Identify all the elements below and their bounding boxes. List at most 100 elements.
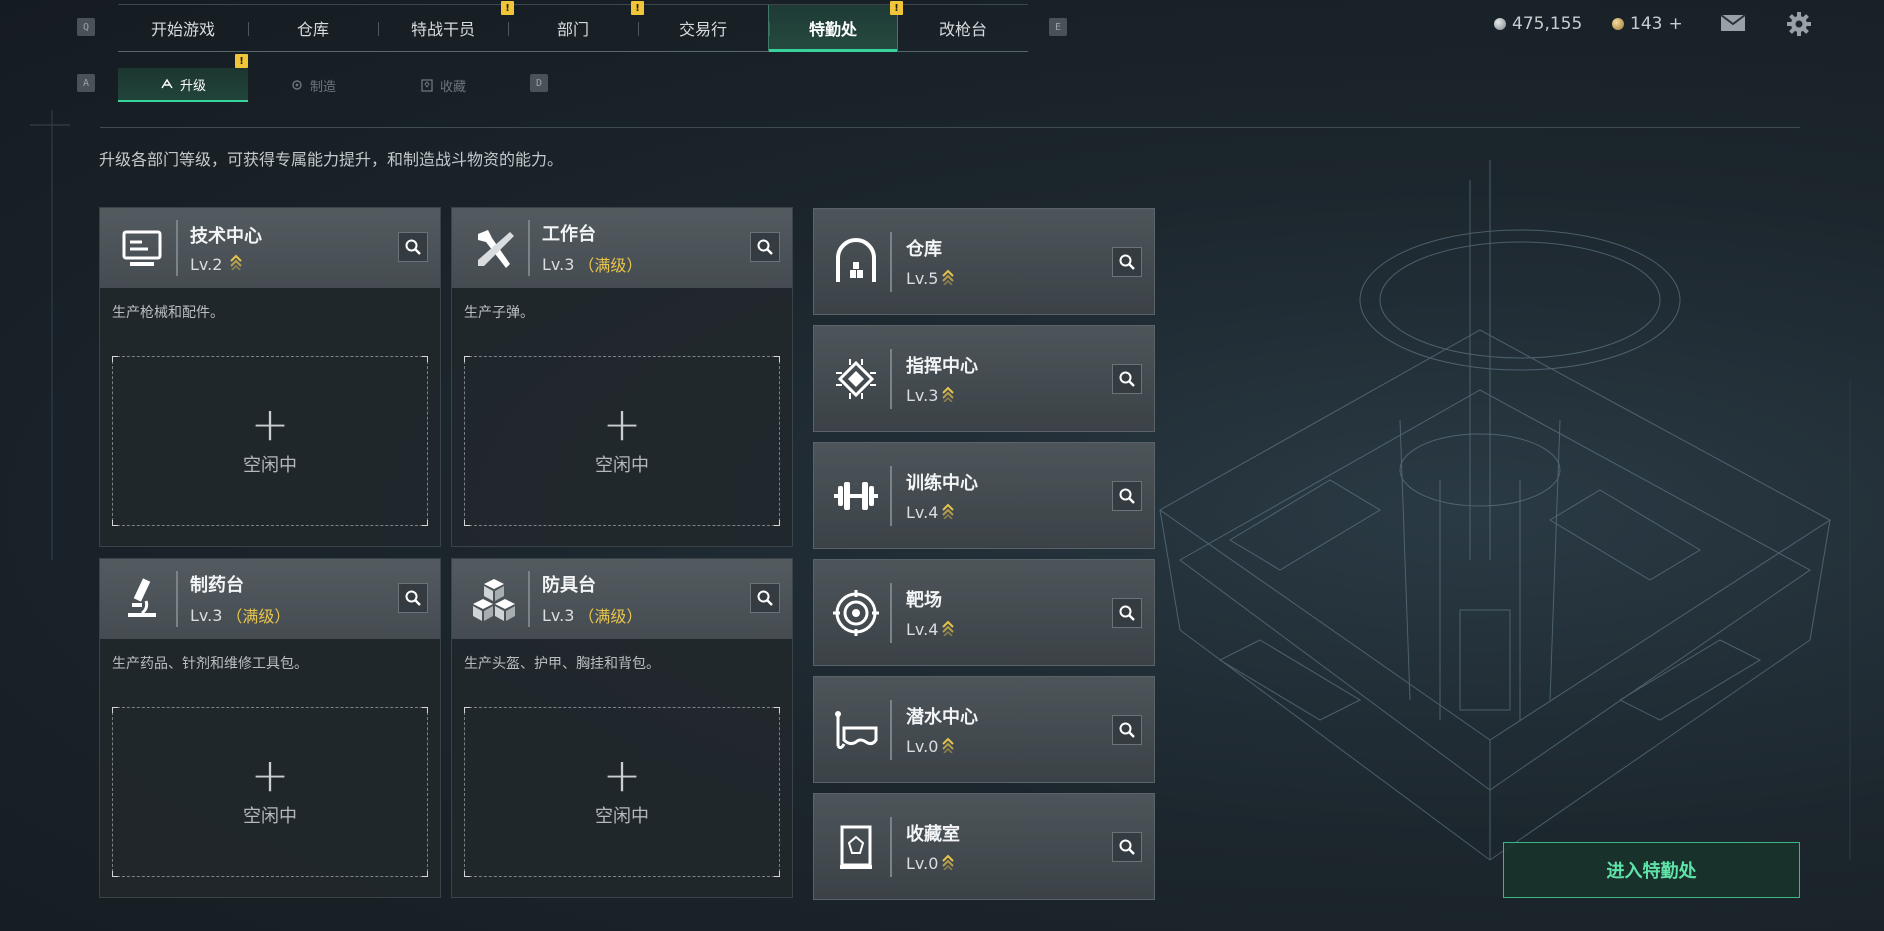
facility-card[interactable]: 潜水中心 Lv.0 [813, 676, 1155, 783]
search-icon[interactable] [750, 232, 780, 262]
search-icon[interactable] [1112, 364, 1142, 394]
gold-coin-icon [1612, 18, 1624, 30]
display-case-icon [826, 817, 886, 877]
main-tab-bar: 开始游戏 仓库 特战干员! 部门! 交易行 特勤处! 改枪台 [118, 1, 1028, 52]
tab-departments[interactable]: 部门! [508, 1, 644, 51]
card-title: 技术中心 [190, 226, 262, 247]
card-level: Lv.3 （满级） [542, 252, 642, 276]
facility-card[interactable]: 靶场 Lv.4 [813, 559, 1155, 666]
mail-icon[interactable] [1720, 12, 1746, 34]
header-separator [890, 582, 892, 643]
header-separator [528, 220, 530, 276]
microscope-icon [112, 569, 172, 629]
add-currency-button[interactable]: + [1668, 14, 1682, 34]
facility-title-block: 靶场 Lv.4 [906, 586, 955, 640]
search-icon[interactable] [1112, 481, 1142, 511]
max-level-label: （满级） [226, 607, 291, 626]
level-text: Lv.3 [542, 254, 575, 274]
production-slot[interactable]: + 空闲中 [464, 707, 780, 877]
work-card: 技术中心 Lv.2 生产枪械和配件。 + 空闲中 [99, 207, 441, 547]
silver-coin-icon [1494, 18, 1506, 30]
level-text: Lv.0 [906, 854, 939, 873]
production-slot[interactable]: + 空闲中 [112, 707, 428, 877]
target-icon [826, 583, 886, 643]
card-description: 生产头盔、护甲、胸挂和背包。 [464, 656, 660, 672]
facility-card[interactable]: 指挥中心 Lv.3 [813, 325, 1155, 432]
slot-corner [112, 356, 118, 362]
facility-card[interactable]: 收藏室 Lv.0 [813, 793, 1155, 900]
card-header[interactable]: 工作台 Lv.3 （满级） [452, 208, 792, 288]
search-icon[interactable] [1112, 715, 1142, 745]
search-icon[interactable] [1112, 832, 1142, 862]
search-icon[interactable] [750, 583, 780, 613]
search-icon[interactable] [398, 583, 428, 613]
slot-corner [422, 871, 428, 877]
level-text: Lv.4 [906, 503, 939, 522]
search-icon[interactable] [1112, 598, 1142, 628]
production-slot[interactable]: + 空闲中 [112, 356, 428, 526]
tab-label: 改枪台 [938, 20, 987, 39]
slot-corner [774, 707, 780, 713]
header-separator [890, 231, 892, 292]
facility-title-block: 指挥中心 Lv.3 [906, 352, 978, 406]
tab-start-game[interactable]: 开始游戏 [118, 5, 248, 51]
chip-icon [826, 349, 886, 409]
card-header[interactable]: 制药台 Lv.3 （满级） [100, 559, 440, 639]
slot-corner [464, 356, 470, 362]
gear-icon[interactable] [1786, 11, 1812, 37]
facility-title: 训练中心 [906, 472, 978, 494]
plus-icon: + [602, 397, 642, 451]
facility-title-block: 潜水中心 Lv.0 [906, 703, 978, 757]
tab-warehouse[interactable]: 仓库 [248, 5, 378, 51]
plus-icon: + [250, 397, 290, 451]
facility-card[interactable]: 训练中心 Lv.4 [813, 442, 1155, 549]
work-card: 制药台 Lv.3 （满级） 生产药品、针剂和维修工具包。 + 空闲中 [99, 558, 441, 898]
facility-title: 靶场 [906, 589, 942, 611]
card-description: 生产枪械和配件。 [112, 305, 224, 321]
facility-level: Lv.3 [906, 386, 978, 406]
subtab-craft[interactable]: 制造 [248, 68, 378, 102]
search-icon[interactable] [1112, 247, 1142, 277]
level-text: Lv.0 [906, 737, 939, 756]
subtab-collection[interactable]: 收藏 [378, 68, 508, 102]
slot-corner [464, 520, 470, 526]
card-title-block: 工作台 Lv.3 （满级） [542, 220, 642, 276]
card-header[interactable]: 防具台 Lv.3 （满级） [452, 559, 792, 639]
level-text: Lv.3 [906, 386, 939, 405]
search-icon[interactable] [398, 232, 428, 262]
subtab-label: 升级 [179, 78, 206, 94]
facility-level: Lv.0 [906, 854, 960, 874]
plus-icon: + [602, 748, 642, 802]
facility-title-block: 仓库 Lv.5 [906, 235, 955, 289]
subtab-upgrade[interactable]: 升级 ! [118, 54, 248, 102]
slot-corner [112, 871, 118, 877]
slot-corner [422, 356, 428, 362]
max-level-label: （满级） [578, 256, 643, 275]
level-up-chevron-icon [942, 503, 955, 523]
gear-small-icon [292, 80, 302, 90]
page-description: 升级各部门等级，可获得专属能力提升，和制造战斗物资的能力。 [99, 150, 564, 169]
slot-status: 空闲中 [243, 806, 297, 827]
production-slot[interactable]: + 空闲中 [464, 356, 780, 526]
plus-icon: + [250, 748, 290, 802]
facility-level: Lv.0 [906, 737, 978, 757]
tab-special-ops[interactable]: 特勤处! [768, 1, 903, 52]
card-level: Lv.3 （满级） [542, 603, 642, 627]
header-divider [100, 127, 1800, 128]
tab-label: 特战干员 [410, 20, 475, 39]
enter-special-ops-button[interactable]: 进入特勤处 [1503, 842, 1800, 898]
card-header[interactable]: 技术中心 Lv.2 [100, 208, 440, 288]
tab-trading[interactable]: 交易行 [638, 5, 768, 51]
prev-tab-key-hint: Q [77, 18, 95, 36]
gold-currency[interactable]: 143 + [1612, 14, 1683, 34]
facility-title-block: 收藏室 Lv.0 [906, 820, 960, 874]
tab-label: 部门 [556, 20, 589, 39]
facility-level: Lv.4 [906, 503, 978, 523]
tab-operators[interactable]: 特战干员! [378, 1, 514, 51]
tab-gunsmith[interactable]: 改枪台 [898, 5, 1028, 51]
tab-label: 开始游戏 [150, 20, 215, 39]
facility-title: 潜水中心 [906, 706, 978, 728]
card-title: 工作台 [542, 224, 596, 245]
facility-title: 收藏室 [906, 823, 960, 845]
facility-card[interactable]: 仓库 Lv.5 [813, 208, 1155, 315]
